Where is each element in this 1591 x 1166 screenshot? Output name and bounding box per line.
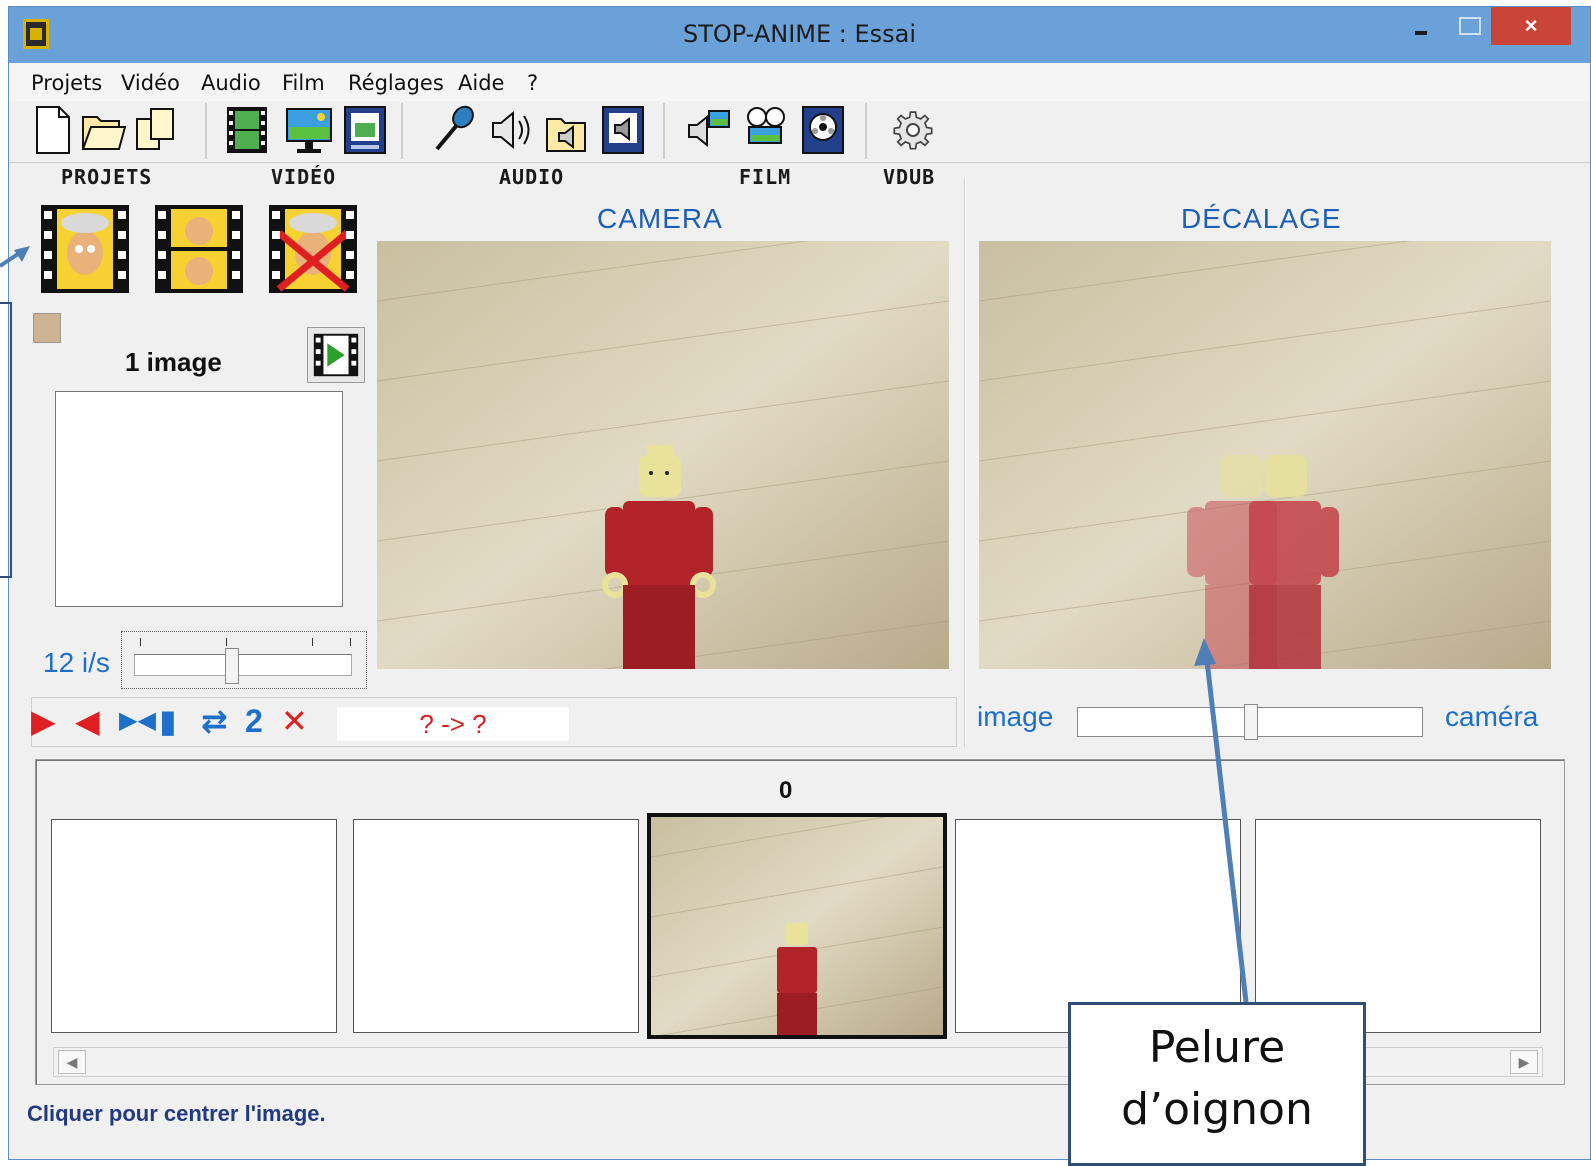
group-label-audio: AUDIO (499, 165, 565, 189)
status-bar: Cliquer pour centrer l'image. (27, 1101, 326, 1126)
group-label-vdub: VDUB (883, 165, 936, 189)
menu-help-about[interactable]: ? (527, 71, 538, 95)
video-import-icon[interactable] (341, 103, 389, 157)
fps-label: 12 i/s (43, 647, 110, 678)
timeline-frame-selected[interactable] (647, 813, 947, 1039)
mirror-frames-icon[interactable]: ▶◀ (119, 703, 156, 739)
onion-skin-view[interactable] (979, 241, 1551, 669)
duplicate-frame-icon[interactable] (153, 203, 245, 295)
offset-title: DÉCALAGE (1181, 203, 1342, 234)
gear-icon[interactable] (889, 103, 937, 157)
copy-project-icon[interactable] (133, 103, 181, 157)
copy-frames-icon[interactable]: ▮ (159, 703, 177, 739)
frame-count: 1 image (125, 347, 222, 377)
close-button[interactable]: × (1491, 7, 1571, 45)
capture-frame-icon[interactable] (39, 203, 131, 295)
camera-live-view[interactable] (377, 241, 949, 669)
onion-skin-slider-thumb[interactable] (1244, 704, 1258, 740)
menu-video[interactable]: Vidéo (121, 71, 180, 95)
menu-reglages[interactable]: Réglages (348, 71, 444, 95)
menu-bar: Projets Vidéo Audio Film Réglages Aide ? (9, 63, 1590, 101)
fps-slider-track[interactable] (134, 654, 352, 676)
play-icon[interactable]: ▶ (31, 703, 56, 739)
title-bar: STOP-ANIME : Essai × (9, 7, 1590, 63)
window-title: STOP-ANIME : Essai (682, 20, 917, 48)
timeline-frame-slot[interactable] (51, 819, 337, 1033)
group-label-film: FILM (739, 165, 792, 189)
microphone-icon[interactable] (429, 103, 477, 157)
menu-audio[interactable]: Audio (201, 71, 261, 95)
app-window: STOP-ANIME : Essai × Projets Vidéo Audio… (8, 6, 1591, 1160)
current-frame-number: 0 (779, 777, 793, 804)
swap-frames-icon[interactable]: ⇄ (201, 703, 228, 739)
speaker-icon[interactable] (487, 103, 535, 157)
play-film-icon (313, 333, 359, 377)
panel-divider (964, 177, 966, 747)
frame-range-field[interactable]: ? -> ? (337, 707, 569, 741)
delete-frame-icon[interactable] (267, 203, 359, 295)
onion-label-camera: caméra (1445, 701, 1539, 732)
play-reverse-icon[interactable]: ◀ (75, 703, 100, 739)
menu-aide[interactable]: Aide (458, 71, 504, 95)
film-export-icon[interactable] (799, 103, 847, 157)
fps-slider[interactable] (121, 631, 367, 689)
group-label-projets: PROJETS (61, 165, 153, 189)
maximize-button[interactable] (1445, 7, 1491, 45)
video-capture-icon[interactable] (223, 103, 271, 157)
annotation-bracket (0, 302, 12, 578)
play-film-button[interactable] (307, 327, 365, 383)
timeline-frame-slot[interactable] (955, 819, 1241, 1033)
callout-line-2: d’oignon (1121, 1084, 1313, 1135)
callout-line-1: Pelure (1148, 1022, 1286, 1073)
group-label-video: VIDÉO (271, 165, 337, 189)
film-projector-icon[interactable] (741, 103, 789, 157)
onion-skin-callout: Pelure d’oignon (1068, 1002, 1366, 1166)
monitor-icon[interactable] (285, 103, 333, 157)
fps-slider-thumb[interactable] (225, 648, 240, 684)
timeline-frame-slot[interactable] (353, 819, 639, 1033)
onion-skin-slider[interactable] (1077, 704, 1423, 740)
camera-title: CAMERA (597, 203, 723, 234)
audio-folder-icon[interactable] (543, 103, 591, 157)
film-sound-icon[interactable] (685, 103, 733, 157)
onion-label-image: image (977, 701, 1054, 732)
menu-projets[interactable]: Projets (31, 71, 102, 95)
playback-preview[interactable] (55, 391, 343, 607)
delete-frames-icon[interactable]: ✕ (281, 703, 308, 739)
new-project-icon[interactable] (29, 103, 77, 157)
menu-film[interactable]: Film (282, 71, 325, 95)
toolbar (9, 101, 1590, 163)
timeline-frame-slot[interactable] (1255, 819, 1541, 1033)
open-folder-icon[interactable] (79, 103, 127, 157)
scroll-right-icon[interactable]: ▶ (1510, 1050, 1538, 1074)
scroll-left-icon[interactable]: ◀ (58, 1050, 86, 1074)
last-frame-thumbnail (33, 313, 61, 343)
copies-count[interactable]: 2 (245, 703, 263, 739)
minimize-button[interactable] (1397, 7, 1445, 45)
audio-import-icon[interactable] (599, 103, 647, 157)
